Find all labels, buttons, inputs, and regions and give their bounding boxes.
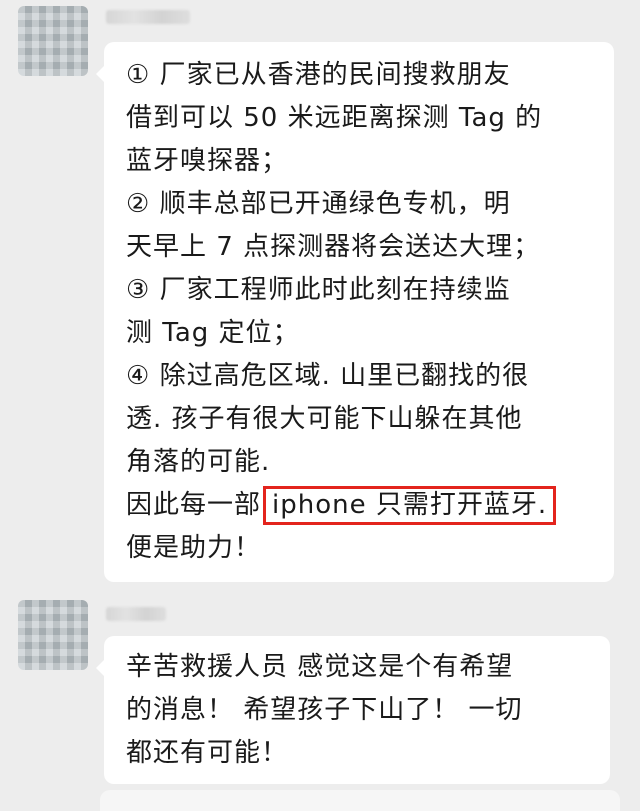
message-line: 透. 孩子有很大可能下山躲在其他 [126, 404, 523, 434]
sender-avatar[interactable] [18, 6, 88, 76]
highlight-box: iphone 只需打开蓝牙. [263, 486, 557, 525]
message-line: 的消息！ 希望孩子下山了！ 一切 [126, 695, 523, 725]
message-line: ③ 厂家工程师此时此刻在持续监 [126, 275, 511, 305]
message-bubble[interactable]: ① 厂家已从香港的民间搜救朋友 借到可以 50 米远距离探测 Tag 的 蓝牙嗅… [96, 42, 614, 582]
line-prefix: 因此每一部 [126, 490, 262, 520]
message-line: 蓝牙嗅探器； [126, 146, 289, 176]
sender-name [106, 10, 190, 24]
sender-avatar[interactable] [18, 600, 88, 670]
message-bubble[interactable]: 辛苦救援人员 感觉这是个有希望 的消息！ 希望孩子下山了！ 一切 都还有可能！ [96, 636, 610, 784]
message-line: ② 顺丰总部已开通绿色专机，明 [126, 189, 511, 219]
message-line: 角落的可能. [126, 447, 271, 477]
message-line: 天早上 7 点探测器将会送达大理； [126, 232, 541, 262]
message-line: 辛苦救援人员 感觉这是个有希望 [126, 652, 514, 682]
message-line: 测 Tag 定位； [126, 318, 300, 348]
message-line: 因此每一部 iphone 只需打开蓝牙. [126, 486, 557, 525]
message-line: 借到可以 50 米远距离探测 Tag 的 [126, 103, 543, 133]
message-line: 都还有可能！ [126, 738, 289, 768]
message-line: ① 厂家已从香港的民间搜救朋友 [126, 60, 511, 90]
message-line: ④ 除过高危区域. 山里已翻找的很 [126, 361, 530, 391]
next-message-bubble [100, 790, 620, 811]
message-line: 便是助力！ [126, 533, 262, 563]
sender-name [106, 607, 166, 621]
